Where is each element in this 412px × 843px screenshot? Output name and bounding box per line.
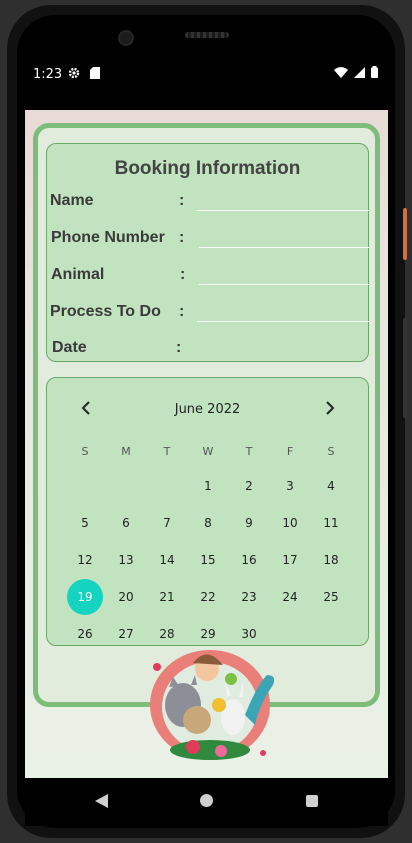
animal-input[interactable] (199, 284, 369, 285)
animal-colon: : (180, 266, 186, 283)
phone-number-colon: : (179, 229, 185, 246)
calendar-day[interactable]: 23 (231, 579, 267, 615)
calendar-day[interactable]: 15 (190, 542, 226, 578)
weekday-label: T (245, 445, 253, 458)
calendar-day[interactable]: 5 (67, 505, 103, 541)
calendar-day[interactable]: 6 (108, 505, 144, 541)
signal-icon (354, 67, 366, 78)
calendar-day[interactable]: 22 (190, 579, 226, 615)
calendar-day[interactable]: 11 (313, 505, 349, 541)
status-bar: 1:23 (25, 62, 388, 88)
calendar-day[interactable]: 17 (272, 542, 308, 578)
calendar-day[interactable]: 18 (313, 542, 349, 578)
calendar-day[interactable]: 27 (108, 616, 144, 645)
back-icon[interactable] (95, 794, 108, 808)
calendar-day[interactable]: 8 (190, 505, 226, 541)
next-month-button[interactable] (318, 396, 342, 420)
calendar-day[interactable]: 1 (190, 468, 226, 504)
date-label: Date (52, 339, 87, 356)
weekday-label: T (163, 445, 171, 458)
sd-card-icon (89, 67, 100, 79)
earpiece-speaker (185, 32, 229, 38)
recent-apps-icon[interactable] (306, 795, 318, 807)
calendar-day[interactable]: 3 (272, 468, 308, 504)
weekday-label: W (202, 445, 214, 458)
weekday-label: M (121, 445, 131, 458)
weekday-label: S (81, 445, 89, 458)
home-icon[interactable] (200, 794, 213, 807)
process-input[interactable] (197, 321, 369, 322)
name-input[interactable] (197, 210, 369, 211)
calendar-day[interactable]: 28 (149, 616, 185, 645)
booking-title: Booking Information (114, 158, 301, 179)
calendar-day[interactable]: 7 (149, 505, 185, 541)
booking-info-card: Booking Information Name : Phone Number … (46, 143, 369, 362)
calendar-day[interactable]: 25 (313, 579, 349, 615)
status-system-icons (334, 66, 378, 81)
chevron-right-icon (326, 401, 335, 415)
calendar-day[interactable]: 10 (272, 505, 308, 541)
front-camera (118, 30, 134, 46)
animal-label: Animal (51, 266, 105, 283)
calendar-day[interactable]: 26 (67, 616, 103, 645)
calendar-card: June 2022 SMTWTFS 1 2 3 4 5 6 7 8 9 10 11 12 13 14 15 1… (46, 377, 369, 646)
calendar-day-selected[interactable]: 19 (67, 579, 103, 615)
app-screen: Booking Information Name : Phone Number … (25, 110, 388, 778)
process-colon: : (179, 303, 185, 320)
calendar-day[interactable]: 20 (108, 579, 144, 615)
weekday-label: S (327, 445, 335, 458)
pets-illustration (150, 650, 275, 760)
name-colon: : (179, 192, 185, 209)
settings-icon (68, 67, 80, 79)
phone-number-label: Phone Number (51, 229, 165, 246)
calendar-day[interactable]: 21 (149, 579, 185, 615)
calendar-day[interactable]: 16 (231, 542, 267, 578)
status-notification-icons (68, 67, 100, 81)
calendar-day[interactable]: 4 (313, 468, 349, 504)
calendar-day[interactable]: 2 (231, 468, 267, 504)
calendar-day[interactable]: 30 (231, 616, 267, 645)
power-button[interactable] (403, 208, 407, 260)
calendar-day[interactable]: 29 (190, 616, 226, 645)
calendar-day[interactable]: 12 (67, 542, 103, 578)
system-navigation-bar (25, 778, 388, 826)
battery-icon (371, 66, 378, 78)
calendar-day[interactable]: 13 (108, 542, 144, 578)
weekday-label: F (286, 445, 294, 458)
status-time: 1:23 (33, 67, 63, 82)
process-label: Process To Do (50, 303, 161, 320)
phone-number-input[interactable] (199, 247, 369, 248)
wifi-icon (334, 67, 349, 78)
date-colon: : (176, 339, 182, 356)
calendar-day[interactable]: 14 (149, 542, 185, 578)
volume-button[interactable] (403, 318, 407, 418)
name-label: Name (50, 192, 94, 209)
calendar-day[interactable]: 24 (272, 579, 308, 615)
calendar-day[interactable]: 9 (231, 505, 267, 541)
